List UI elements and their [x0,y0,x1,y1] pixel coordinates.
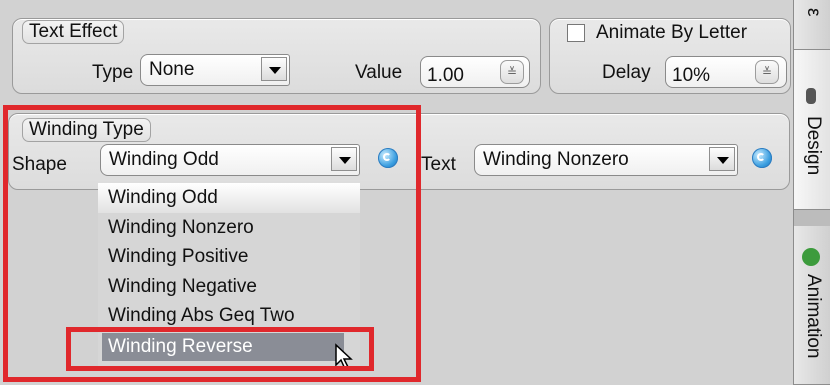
text-winding-select[interactable]: Winding Nonzero [474,144,738,176]
tab-design-label: Design [803,116,824,176]
type-label: Type [92,62,134,83]
chevron-down-icon [269,67,281,74]
animate-checkbox-label: Animate By Letter [596,22,748,43]
value-field-text: 1.00 [427,65,464,86]
value-label: Value [355,62,403,83]
type-select-value: None [149,59,195,80]
text-label: Text [421,154,456,175]
delay-stepper-icon[interactable]: ≚ [755,60,779,84]
tab-animation[interactable]: Animation [794,226,830,385]
animation-icon [802,248,820,266]
type-select[interactable]: None [140,54,290,86]
design-icon [806,88,816,104]
text-refresh-icon[interactable] [752,148,772,168]
tab-top-partial[interactable]: ε [794,0,830,50]
winding-reverse-highlight [66,327,374,371]
text-effect-title: Text Effect [22,20,125,44]
tab-animation-label: Animation [803,274,824,359]
value-stepper-icon[interactable]: ≚ [500,60,524,84]
side-tab-strip: ε Design Animation [793,0,830,385]
chevron-down-icon [717,157,729,164]
tab-design[interactable]: Design [794,50,830,210]
animate-checkbox[interactable] [567,24,585,42]
text-winding-select-value: Winding Nonzero [483,149,629,170]
delay-label: Delay [602,62,651,83]
tab-top-partial-label: ε [803,8,824,17]
delay-field-text: 10% [672,65,711,86]
text-winding-dropdown-button[interactable] [709,147,735,171]
type-dropdown-button[interactable] [261,57,287,81]
